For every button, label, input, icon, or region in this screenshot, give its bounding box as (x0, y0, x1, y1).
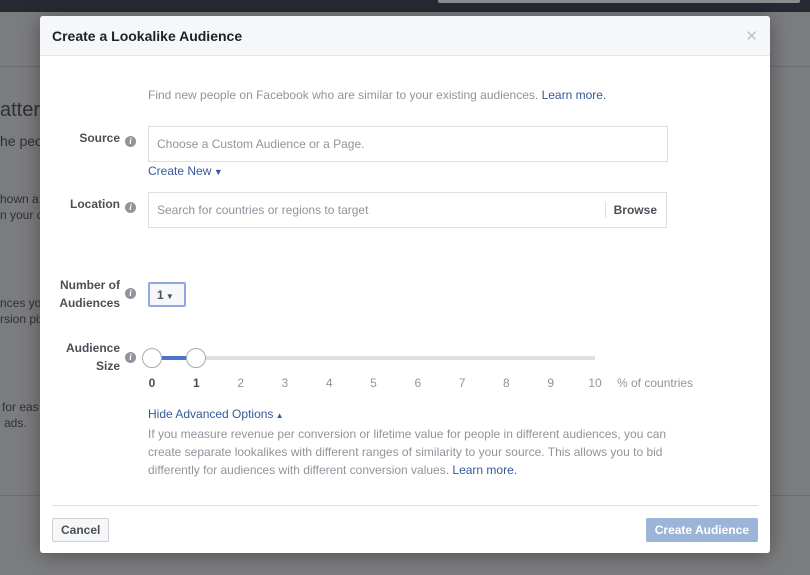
background-text: atter (0, 99, 41, 121)
create-new-label: Create New (148, 164, 212, 178)
slider-tick-label: 5 (370, 376, 377, 390)
source-input[interactable]: Choose a Custom Audience or a Page. (148, 126, 668, 162)
dialog-title: Create a Lookalike Audience (52, 28, 243, 44)
caret-down-icon: ▼ (163, 292, 174, 301)
label-line: Audience (65, 341, 120, 355)
audience-size-label: Audience Size (40, 339, 120, 375)
slider-tick-label: 10 (588, 376, 602, 390)
slider-tick-label: 6 (414, 376, 422, 390)
info-icon[interactable]: i (125, 202, 136, 213)
advanced-description: If you measure revenue per conversion or… (148, 425, 673, 479)
footer-divider (52, 505, 758, 506)
slider-tick-label: 3 (281, 376, 289, 390)
slider-handle-min[interactable] (142, 348, 162, 368)
create-audience-button[interactable]: Create Audience (645, 518, 758, 542)
intro-text: Find new people on Facebook who are simi… (148, 88, 607, 102)
learn-more-link[interactable]: Learn more. (542, 88, 607, 102)
background-text: for eas (2, 400, 39, 414)
learn-more-link[interactable]: Learn more. (452, 463, 517, 477)
location-input[interactable]: Search for countries or regions to targe… (148, 192, 667, 228)
location-label: Location (70, 197, 120, 211)
slider-tick-label: 0 (148, 376, 156, 390)
slider-handle-max[interactable] (186, 348, 207, 368)
caret-up-icon: ▲ (273, 411, 284, 420)
source-label: Source (79, 131, 120, 145)
lookalike-audience-dialog: Create a Lookalike Audience ✕ Find new p… (40, 16, 770, 553)
slider-unit: % of countries (617, 376, 694, 390)
dialog-header: Create a Lookalike Audience (40, 16, 770, 56)
cancel-button[interactable]: Cancel (52, 518, 110, 542)
info-icon[interactable]: i (125, 288, 136, 299)
slider-tick-label: 2 (237, 376, 244, 390)
label-line: Audiences (59, 296, 120, 310)
caret-down-icon: ▼ (211, 167, 223, 177)
slider-tick-label: 4 (325, 376, 333, 390)
background-text: he peo (0, 133, 43, 149)
slider-track[interactable] (152, 356, 595, 360)
top-nav-bar (0, 0, 810, 12)
background-text: rsion pix (0, 312, 45, 326)
label-line: Number of (60, 278, 120, 292)
label-line: Size (95, 359, 120, 373)
slider-tick-label: 9 (547, 376, 555, 390)
toggle-label: Hide Advanced Options (148, 407, 274, 421)
background-text: ads. (4, 416, 27, 430)
close-icon[interactable]: ✕ (745, 27, 758, 45)
slider-tick-label: 1 (192, 376, 200, 390)
description-text: If you measure revenue per conversion or… (148, 427, 667, 477)
browse-button[interactable]: Browse (604, 202, 666, 218)
number-of-audiences-label: Number of Audiences (40, 276, 120, 312)
top-search-bar[interactable] (438, 0, 800, 3)
background-text: hown a (0, 192, 39, 206)
info-icon[interactable]: i (125, 352, 136, 363)
slider-tick-label: 7 (458, 376, 466, 390)
background-text: n your c (0, 208, 43, 222)
info-icon[interactable]: i (125, 136, 136, 147)
location-placeholder: Search for countries or regions to targe… (157, 203, 369, 217)
selected-value: 1 (157, 288, 164, 302)
number-of-audiences-select[interactable]: 1 ▼ (148, 282, 186, 307)
slider-tick-label: 8 (503, 376, 510, 390)
create-new-dropdown[interactable]: Create New ▼ (148, 164, 223, 178)
hide-advanced-options-toggle[interactable]: Hide Advanced Options ▲ (148, 407, 284, 421)
